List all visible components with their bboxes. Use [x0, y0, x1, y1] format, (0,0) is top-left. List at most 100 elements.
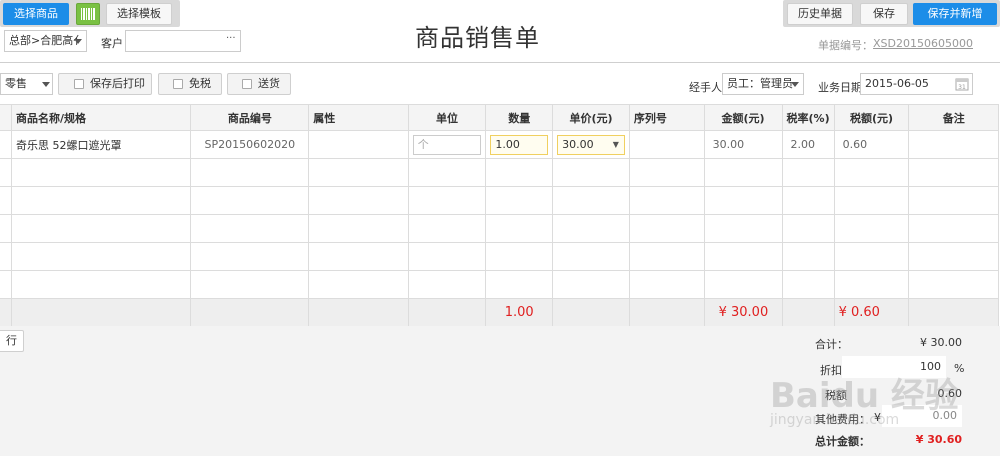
row-handle[interactable] [0, 214, 12, 243]
empty-cell[interactable] [308, 242, 409, 271]
empty-cell[interactable] [552, 214, 630, 243]
empty-cell[interactable] [703, 186, 783, 215]
qty-value: 1.00 [495, 137, 520, 151]
price-select[interactable]: 30.00 ▼ [557, 134, 625, 155]
empty-cell[interactable] [703, 270, 783, 299]
tax-free-option[interactable]: 免税 [158, 73, 222, 95]
chevron-down-icon: ▼ [612, 139, 619, 149]
empty-cell[interactable] [703, 158, 783, 187]
empty-cell[interactable] [552, 186, 630, 215]
row-handle[interactable] [0, 186, 12, 215]
select-template-button[interactable]: 选择模板 [106, 3, 172, 25]
empty-cell[interactable] [485, 242, 554, 271]
unit-input[interactable]: 个 [412, 134, 482, 155]
empty-cell[interactable] [407, 214, 487, 243]
barcode-scan-button[interactable] [76, 3, 100, 25]
empty-cell[interactable] [908, 242, 999, 271]
empty-cell[interactable] [781, 214, 835, 243]
empty-cell[interactable] [908, 158, 999, 187]
empty-cell[interactable] [308, 158, 409, 187]
cell-remark[interactable] [908, 130, 999, 159]
empty-cell[interactable] [10, 214, 192, 243]
empty-cell[interactable] [781, 186, 835, 215]
cell-attr[interactable] [308, 130, 409, 159]
empty-cell[interactable] [407, 158, 487, 187]
table-header-row: 商品名称/规格 商品编号 属性 单位 数量 单价(元) 序列号 金额(元) 税率… [0, 104, 999, 131]
empty-cell[interactable] [628, 242, 705, 271]
empty-cell[interactable] [703, 242, 783, 271]
empty-cell[interactable] [485, 158, 554, 187]
empty-cell[interactable] [190, 186, 310, 215]
empty-cell[interactable] [308, 186, 409, 215]
total-empty [908, 298, 999, 327]
cell-price[interactable]: 30.00 ▼ [552, 130, 630, 159]
qty-input[interactable]: 1.00 [490, 134, 549, 155]
empty-cell[interactable] [833, 214, 910, 243]
cell-unit[interactable]: 个 [407, 130, 487, 159]
empty-cell[interactable] [485, 214, 554, 243]
empty-cell[interactable] [407, 186, 487, 215]
empty-cell[interactable] [833, 186, 910, 215]
empty-cell[interactable] [552, 158, 630, 187]
history-docs-button[interactable]: 历史单据 [787, 3, 853, 25]
empty-cell[interactable] [10, 270, 192, 299]
empty-cell[interactable] [908, 186, 999, 215]
empty-cell[interactable] [190, 214, 310, 243]
print-after-save-checkbox[interactable] [74, 79, 84, 89]
cell-qty[interactable]: 1.00 [485, 130, 554, 159]
add-row-button[interactable]: 行 [0, 330, 24, 352]
empty-cell[interactable] [407, 242, 487, 271]
row-handle[interactable] [0, 242, 12, 271]
empty-cell[interactable] [190, 242, 310, 271]
empty-cell[interactable] [10, 158, 192, 187]
empty-cell[interactable] [190, 270, 310, 299]
customer-more-icon[interactable]: ··· [226, 33, 236, 44]
tax-free-checkbox[interactable] [173, 79, 183, 89]
delivery-option[interactable]: 送货 [227, 73, 291, 95]
calendar-icon[interactable]: 31 [955, 77, 969, 91]
cell-tax-rate[interactable]: 2.00 [781, 130, 835, 159]
empty-cell[interactable] [781, 158, 835, 187]
empty-cell[interactable] [908, 270, 999, 299]
print-after-save-option[interactable]: 保存后打印 [58, 73, 152, 95]
row-handle [0, 298, 12, 327]
cell-name[interactable]: 奇乐思 52螺口遮光罩 [10, 130, 192, 159]
empty-cell[interactable] [781, 270, 835, 299]
empty-cell[interactable] [833, 270, 910, 299]
table-row: 奇乐思 52螺口遮光罩 SP20150602020 个 1.00 30.00 ▼ … [0, 130, 999, 159]
table-row [0, 214, 999, 243]
row-handle[interactable] [0, 270, 12, 299]
customer-input[interactable] [125, 30, 241, 52]
empty-cell[interactable] [628, 186, 705, 215]
cell-serial[interactable] [628, 130, 705, 159]
delivery-checkbox[interactable] [242, 79, 252, 89]
empty-cell[interactable] [833, 242, 910, 271]
empty-cell[interactable] [308, 214, 409, 243]
select-goods-button[interactable]: 选择商品 [3, 3, 69, 25]
empty-cell[interactable] [908, 214, 999, 243]
empty-cell[interactable] [781, 242, 835, 271]
empty-cell[interactable] [190, 158, 310, 187]
empty-cell[interactable] [10, 186, 192, 215]
empty-cell[interactable] [10, 242, 192, 271]
empty-cell[interactable] [407, 270, 487, 299]
empty-cell[interactable] [703, 214, 783, 243]
empty-cell[interactable] [628, 158, 705, 187]
cell-amount[interactable]: 30.00 [703, 130, 783, 159]
col-header: 单位 [407, 104, 487, 131]
empty-cell[interactable] [552, 242, 630, 271]
header-divider [0, 62, 1000, 63]
empty-cell[interactable] [552, 270, 630, 299]
empty-cell[interactable] [628, 214, 705, 243]
empty-cell[interactable] [485, 186, 554, 215]
row-handle[interactable] [0, 158, 12, 187]
empty-cell[interactable] [308, 270, 409, 299]
cell-tax-amount[interactable]: 0.60 [833, 130, 910, 159]
save-and-new-button[interactable]: 保存并新增 [913, 3, 997, 25]
save-button[interactable]: 保存 [860, 3, 908, 25]
empty-cell[interactable] [833, 158, 910, 187]
price-value: 30.00 [562, 137, 594, 151]
row-handle[interactable] [0, 130, 12, 159]
empty-cell[interactable] [485, 270, 554, 299]
empty-cell[interactable] [628, 270, 705, 299]
